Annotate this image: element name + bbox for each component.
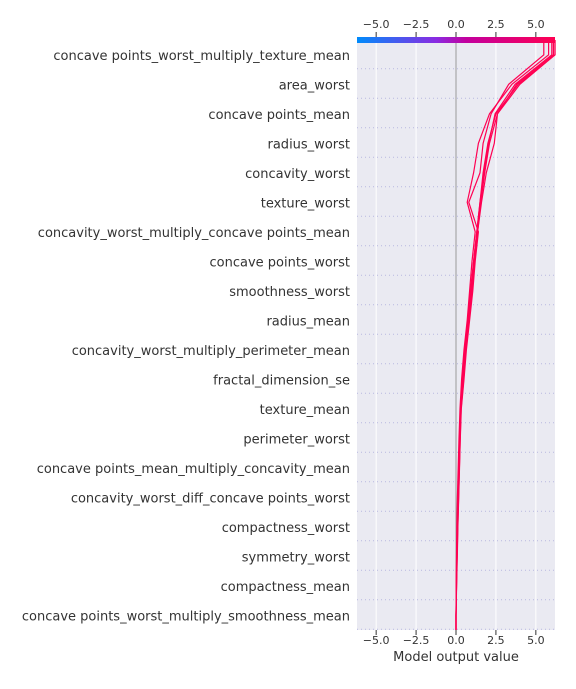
x-axis-title: Model output value (393, 650, 519, 665)
decision-plot: concave points_worst_multiply_texture_me… (22, 18, 556, 665)
feature-label: texture_worst (261, 196, 350, 211)
feature-label: radius_worst (268, 137, 351, 152)
feature-label: concave points_worst_multiply_smoothness… (22, 609, 350, 624)
bottom-tick-label: 0.0 (447, 634, 465, 647)
top-tick-label: 2.5 (487, 18, 505, 31)
feature-label: fractal_dimension_se (213, 373, 350, 388)
bottom-tick-label: −5.0 (363, 634, 390, 647)
top-tick-label: 5.0 (527, 18, 545, 31)
bottom-tick-label: 2.5 (487, 634, 505, 647)
bottom-axis-ticks: −5.0 −2.5 0.0 2.5 5.0 (363, 630, 545, 647)
top-axis-ticks: −5.0 −2.5 0.0 2.5 5.0 (363, 18, 545, 37)
feature-label: radius_mean (266, 314, 350, 329)
colorbar-gradient (357, 37, 555, 43)
feature-label: concavity_worst (245, 167, 350, 182)
feature-label: area_worst (279, 78, 350, 93)
bottom-tick-label: −2.5 (403, 634, 430, 647)
top-tick-label: −5.0 (363, 18, 390, 31)
top-tick-label: 0.0 (447, 18, 465, 31)
feature-label: concavity_worst_diff_concave points_wors… (71, 491, 350, 506)
feature-label: compactness_mean (221, 580, 350, 595)
bottom-tick-label: 5.0 (527, 634, 545, 647)
feature-label: concave points_worst (209, 255, 350, 270)
feature-label: smoothness_worst (229, 285, 350, 300)
feature-label: concavity_worst_multiply_concave points_… (38, 226, 350, 241)
feature-label: concave points_mean_multiply_concavity_m… (37, 462, 350, 477)
feature-label: symmetry_worst (242, 550, 350, 565)
feature-labels: concave points_worst_multiply_texture_me… (22, 49, 350, 625)
feature-label: concavity_worst_multiply_perimeter_mean (72, 344, 350, 359)
feature-label: texture_mean (260, 403, 350, 418)
feature-label: perimeter_worst (243, 432, 350, 447)
feature-label: concave points_mean (208, 108, 350, 123)
colorbar (357, 37, 555, 43)
feature-label: compactness_worst (222, 521, 350, 536)
top-tick-label: −2.5 (403, 18, 430, 31)
feature-label: concave points_worst_multiply_texture_me… (53, 49, 350, 64)
